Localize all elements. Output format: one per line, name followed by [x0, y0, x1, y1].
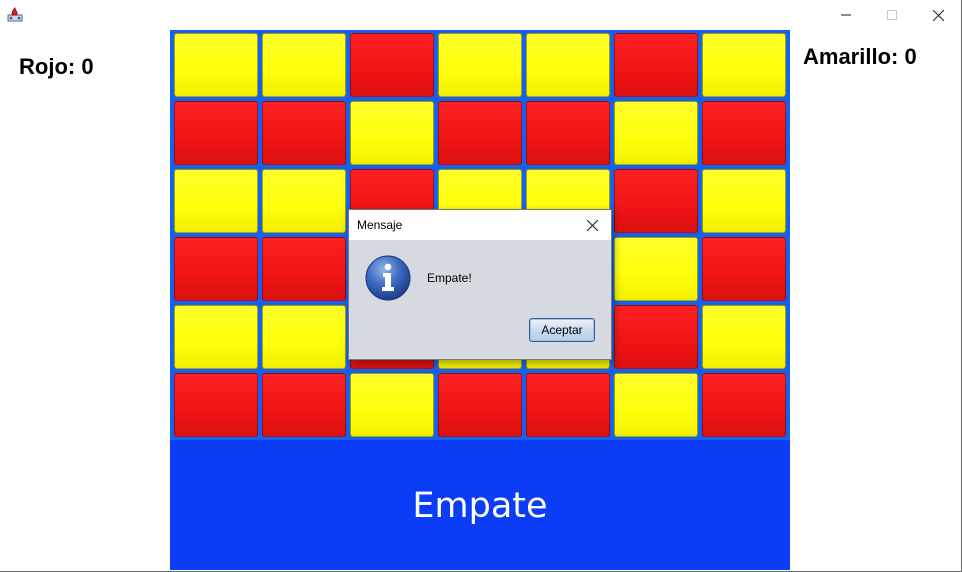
accept-button[interactable]: Aceptar	[529, 318, 595, 342]
status-text: Empate	[412, 486, 548, 526]
board-cell-red[interactable]	[262, 237, 346, 301]
board-cell-red[interactable]	[174, 373, 258, 437]
title-bar[interactable]	[0, 0, 961, 30]
board-cell-yellow[interactable]	[350, 373, 434, 437]
maximize-icon	[887, 10, 897, 20]
dialog-title-bar[interactable]: Mensaje	[349, 210, 611, 240]
close-icon	[932, 9, 944, 21]
dialog-title: Mensaje	[357, 218, 403, 232]
red-score-label: Rojo: 0	[19, 54, 94, 79]
close-icon	[586, 219, 598, 231]
dialog-message: Empate!	[427, 271, 472, 285]
board-cell-yellow[interactable]	[614, 101, 698, 165]
board-cell-yellow[interactable]	[614, 237, 698, 301]
board-cell-red[interactable]	[174, 101, 258, 165]
minimize-icon	[841, 14, 851, 16]
board-cell-red[interactable]	[526, 373, 610, 437]
yellow-score-label: Amarillo: 0	[803, 44, 917, 69]
board-cell-red[interactable]	[526, 101, 610, 165]
board-cell-yellow[interactable]	[702, 305, 786, 369]
board-cell-red[interactable]	[702, 101, 786, 165]
board-cell-red[interactable]	[438, 101, 522, 165]
board-cell-yellow[interactable]	[526, 33, 610, 97]
maximize-button[interactable]	[869, 0, 915, 30]
board-cell-red[interactable]	[438, 373, 522, 437]
close-window-button[interactable]	[915, 0, 961, 30]
board-cell-yellow[interactable]	[702, 33, 786, 97]
board-cell-red[interactable]	[262, 101, 346, 165]
board-cell-yellow[interactable]	[174, 305, 258, 369]
minimize-button[interactable]	[823, 0, 869, 30]
board-cell-yellow[interactable]	[438, 33, 522, 97]
board-cell-red[interactable]	[702, 373, 786, 437]
board-cell-red[interactable]	[262, 373, 346, 437]
game-window: Rojo: 0 Amarillo: 0 Empate Mensaje Empat…	[0, 0, 962, 572]
message-dialog: Mensaje Empate! Aceptar	[348, 209, 612, 360]
board-cell-yellow[interactable]	[262, 305, 346, 369]
java-app-icon	[7, 7, 23, 22]
board-cell-yellow[interactable]	[702, 169, 786, 233]
board-cell-red[interactable]	[702, 237, 786, 301]
status-panel: Empate	[170, 440, 790, 570]
board-cell-red[interactable]	[174, 237, 258, 301]
board-cell-yellow[interactable]	[350, 101, 434, 165]
board-cell-yellow[interactable]	[174, 33, 258, 97]
board-cell-red[interactable]	[614, 33, 698, 97]
board-cell-red[interactable]	[614, 305, 698, 369]
board-cell-red[interactable]	[350, 33, 434, 97]
board-cell-red[interactable]	[614, 169, 698, 233]
board-cell-yellow[interactable]	[174, 169, 258, 233]
board-cell-yellow[interactable]	[614, 373, 698, 437]
board-cell-yellow[interactable]	[262, 169, 346, 233]
dialog-close-button[interactable]	[583, 216, 601, 234]
info-icon	[365, 255, 411, 301]
board-cell-yellow[interactable]	[262, 33, 346, 97]
